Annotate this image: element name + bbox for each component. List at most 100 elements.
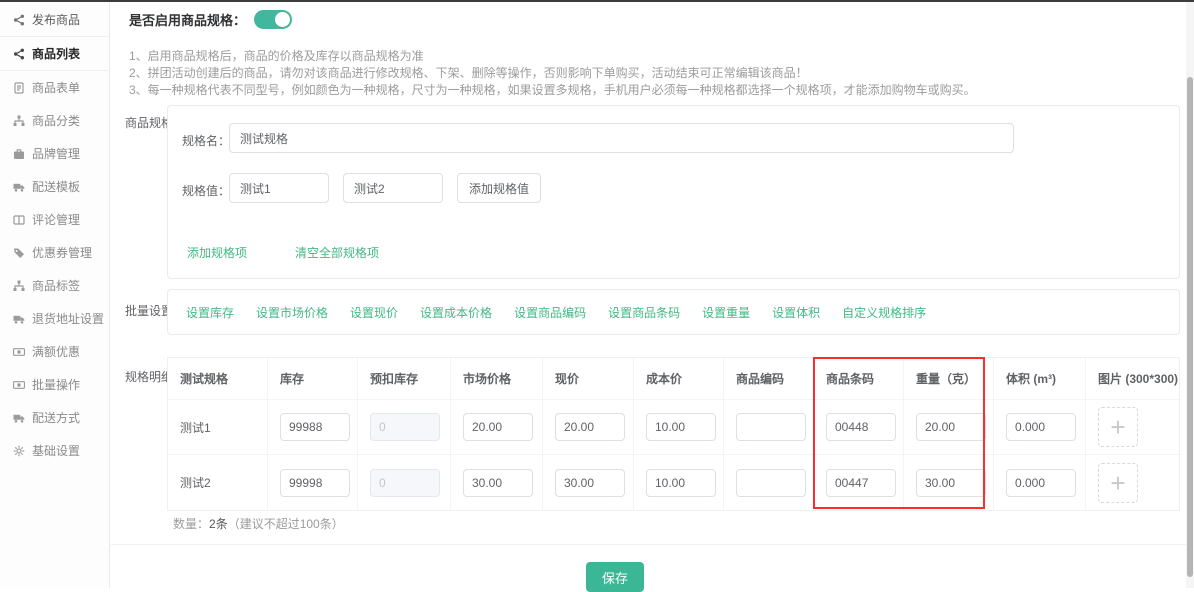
- sidebar-item-6[interactable]: 评论管理: [0, 203, 109, 236]
- sidebar-item-12[interactable]: 配送方式: [0, 401, 109, 434]
- sidebar-item-label: 商品列表: [32, 45, 80, 62]
- batch-set-link-7[interactable]: 设置体积: [772, 304, 820, 321]
- sidebar-item-label: 批量操作: [32, 376, 80, 393]
- footer-divider: [111, 544, 1186, 545]
- sidebar-item-label: 评论管理: [32, 211, 80, 228]
- briefcase-icon: [13, 148, 25, 160]
- stock-input[interactable]: [280, 469, 350, 497]
- column-header-7: 商品条码: [814, 358, 904, 400]
- money-icon: [13, 379, 25, 391]
- barcode-input[interactable]: [826, 413, 896, 441]
- volume-input[interactable]: [1006, 413, 1076, 441]
- sidebar-item-label: 基础设置: [32, 442, 80, 459]
- sidebar-item-8[interactable]: 商品标签: [0, 269, 109, 302]
- sidebar-item-11[interactable]: 批量操作: [0, 368, 109, 401]
- scrollbar-track[interactable]: [1186, 2, 1194, 588]
- sidebar-item-9[interactable]: 退货地址设置: [0, 302, 109, 335]
- sidebar-item-label: 优惠券管理: [32, 244, 92, 261]
- row-count-line: 数量：2条（建议不超过100条）: [173, 515, 344, 532]
- price-input[interactable]: [555, 469, 625, 497]
- cost-price-input[interactable]: [646, 469, 716, 497]
- cell-market-price: [451, 455, 543, 510]
- spec-name-label: 规格名：: [182, 132, 230, 149]
- stock-input[interactable]: [280, 413, 350, 441]
- note-line: 3、每一种规格代表不同型号，例如颜色为一种规格，尺寸为一种规格，如果设置多规格，…: [129, 82, 976, 99]
- weight-input[interactable]: [916, 413, 986, 441]
- truck-icon: [13, 181, 25, 193]
- sitemap-icon: [13, 280, 25, 292]
- scrollbar-thumb[interactable]: [1187, 77, 1193, 577]
- product-code-input[interactable]: [736, 413, 806, 441]
- spec-value-label: 规格值：: [182, 182, 230, 199]
- column-header-10: 图片 (300*300): [1086, 358, 1181, 400]
- market-price-input[interactable]: [463, 413, 533, 441]
- barcode-input[interactable]: [826, 469, 896, 497]
- add-spec-item-link[interactable]: 添加规格项: [187, 244, 247, 261]
- sidebar-item-10[interactable]: 满额优惠: [0, 335, 109, 368]
- batch-set-link-1[interactable]: 设置市场价格: [256, 304, 328, 321]
- column-header-4: 现价: [543, 358, 634, 400]
- batch-set-link-6[interactable]: 设置重量: [702, 304, 750, 321]
- column-header-8: 重量（克）: [904, 358, 994, 400]
- sidebar-item-label: 配送方式: [32, 409, 80, 426]
- add-image-button[interactable]: +: [1098, 407, 1138, 447]
- tags-icon: [13, 247, 25, 259]
- add-spec-value-button[interactable]: 添加规格值: [457, 173, 541, 203]
- sidebar-item-5[interactable]: 配送模板: [0, 170, 109, 203]
- spec-row-name-label: 测试1: [180, 419, 211, 436]
- sidebar-item-1[interactable]: 商品列表: [0, 36, 109, 71]
- spec-detail-table: 测试规格库存预扣库存市场价格现价成本价商品编码商品条码重量（克）体积 (m³)图…: [167, 357, 1180, 511]
- toggle-knob: [275, 12, 290, 27]
- cell-volume: [994, 455, 1086, 510]
- truck-icon: [13, 412, 25, 424]
- cell-image: +: [1086, 455, 1181, 510]
- weight-input[interactable]: [916, 469, 986, 497]
- money-icon: [13, 346, 25, 358]
- market-price-input[interactable]: [463, 469, 533, 497]
- sidebar-nav: 发布商品商品列表商品表单商品分类品牌管理配送模板评论管理优惠券管理商品标签退货地…: [0, 2, 110, 588]
- detail-section-label: 规格明细: [125, 368, 173, 385]
- cell-image: +: [1086, 400, 1181, 455]
- batch-set-link-5[interactable]: 设置商品条码: [608, 304, 680, 321]
- enable-spec-toggle[interactable]: [254, 10, 292, 29]
- sidebar-item-13[interactable]: 基础设置: [0, 434, 109, 467]
- cell-price: [543, 455, 634, 510]
- volume-input[interactable]: [1006, 469, 1076, 497]
- sidebar-item-7[interactable]: 优惠券管理: [0, 236, 109, 269]
- cell-volume: [994, 400, 1086, 455]
- sidebar-item-0[interactable]: 发布商品: [0, 3, 109, 36]
- sidebar-item-2[interactable]: 商品表单: [0, 71, 109, 104]
- count-note: （建议不超过100条）: [228, 517, 344, 531]
- column-header-5: 成本价: [634, 358, 724, 400]
- hold-stock-input: [370, 413, 440, 441]
- spec-value-input[interactable]: [343, 173, 443, 203]
- price-input[interactable]: [555, 413, 625, 441]
- cell-product-code: [724, 400, 814, 455]
- clear-spec-items-link[interactable]: 清空全部规格项: [295, 244, 379, 261]
- spec-value-input[interactable]: [229, 173, 329, 203]
- cell-weight: [904, 455, 994, 510]
- column-header-0: 测试规格: [168, 358, 268, 400]
- sidebar-item-label: 品牌管理: [32, 145, 80, 162]
- batch-set-link-3[interactable]: 设置成本价格: [420, 304, 492, 321]
- sidebar-item-4[interactable]: 品牌管理: [0, 137, 109, 170]
- batch-box: 设置库存 设置市场价格 设置现价 设置成本价格 设置商品编码 设置商品条码 设置重量 设置体积…: [167, 289, 1180, 335]
- product-code-input[interactable]: [736, 469, 806, 497]
- cost-price-input[interactable]: [646, 413, 716, 441]
- sitemap-icon: [13, 115, 25, 127]
- file-icon: [13, 82, 25, 94]
- cell-hold-stock: [358, 455, 451, 510]
- column-header-9: 体积 (m³): [994, 358, 1086, 400]
- add-image-button[interactable]: +: [1098, 463, 1138, 503]
- count-value: 2条: [209, 517, 228, 531]
- spec-name-input[interactable]: [229, 123, 1014, 153]
- batch-set-link-0[interactable]: 设置库存: [186, 304, 234, 321]
- sidebar-item-3[interactable]: 商品分类: [0, 104, 109, 137]
- cell-market-price: [451, 400, 543, 455]
- batch-set-link-4[interactable]: 设置商品编码: [514, 304, 586, 321]
- batch-set-link-2[interactable]: 设置现价: [350, 304, 398, 321]
- main-content: 是否启用商品规格： 1、启用商品规格后，商品的价格及库存以商品规格为准 2、拼团…: [111, 2, 1186, 588]
- cell-barcode: [814, 455, 904, 510]
- cell-barcode: [814, 400, 904, 455]
- batch-set-link-8[interactable]: 自定义规格排序: [842, 304, 926, 321]
